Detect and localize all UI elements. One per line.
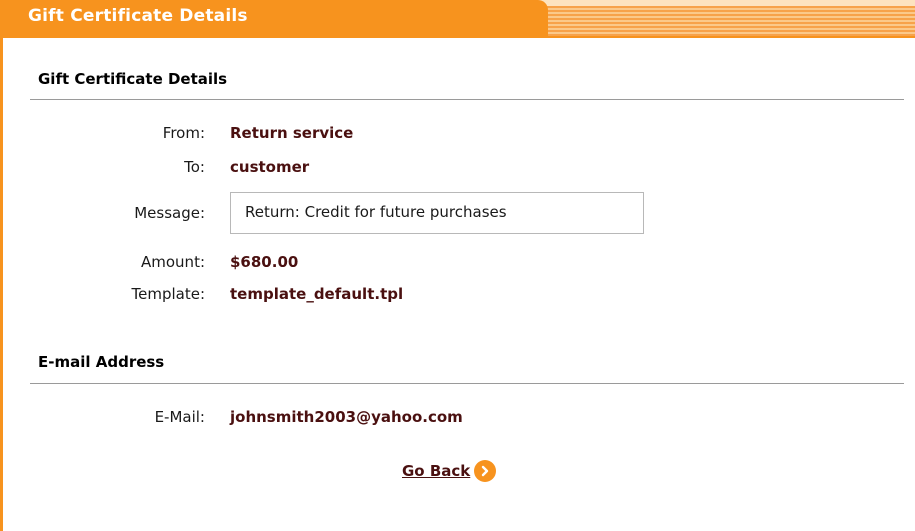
email-divider: [30, 383, 904, 384]
go-back-link[interactable]: Go Back: [402, 460, 497, 482]
header-stripes: [540, 6, 915, 36]
from-label: From:: [162, 124, 205, 142]
go-back-label: Go Back: [402, 462, 471, 480]
to-label: To:: [184, 158, 205, 176]
arrow-right-circle-icon: [474, 460, 497, 482]
details-divider: [30, 99, 904, 100]
message-label: Message:: [134, 204, 205, 222]
amount-label: Amount:: [141, 253, 205, 271]
details-section-title: Gift Certificate Details: [38, 70, 228, 88]
header-bar: Gift Certificate Details: [0, 0, 915, 38]
header-tab: Gift Certificate Details: [0, 0, 548, 38]
email-section-title: E-mail Address: [38, 353, 165, 371]
message-value: Return: Credit for future purchases: [230, 192, 644, 234]
page-title: Gift Certificate Details: [28, 6, 248, 26]
template-value: template_default.tpl: [230, 285, 404, 303]
email-value: johnsmith2003@yahoo.com: [230, 408, 463, 426]
template-label: Template:: [131, 285, 206, 303]
from-value: Return service: [230, 124, 354, 142]
to-value: customer: [230, 158, 310, 176]
email-label: E-Mail:: [154, 408, 205, 426]
left-border: [0, 0, 3, 531]
amount-value: $680.00: [230, 253, 299, 271]
